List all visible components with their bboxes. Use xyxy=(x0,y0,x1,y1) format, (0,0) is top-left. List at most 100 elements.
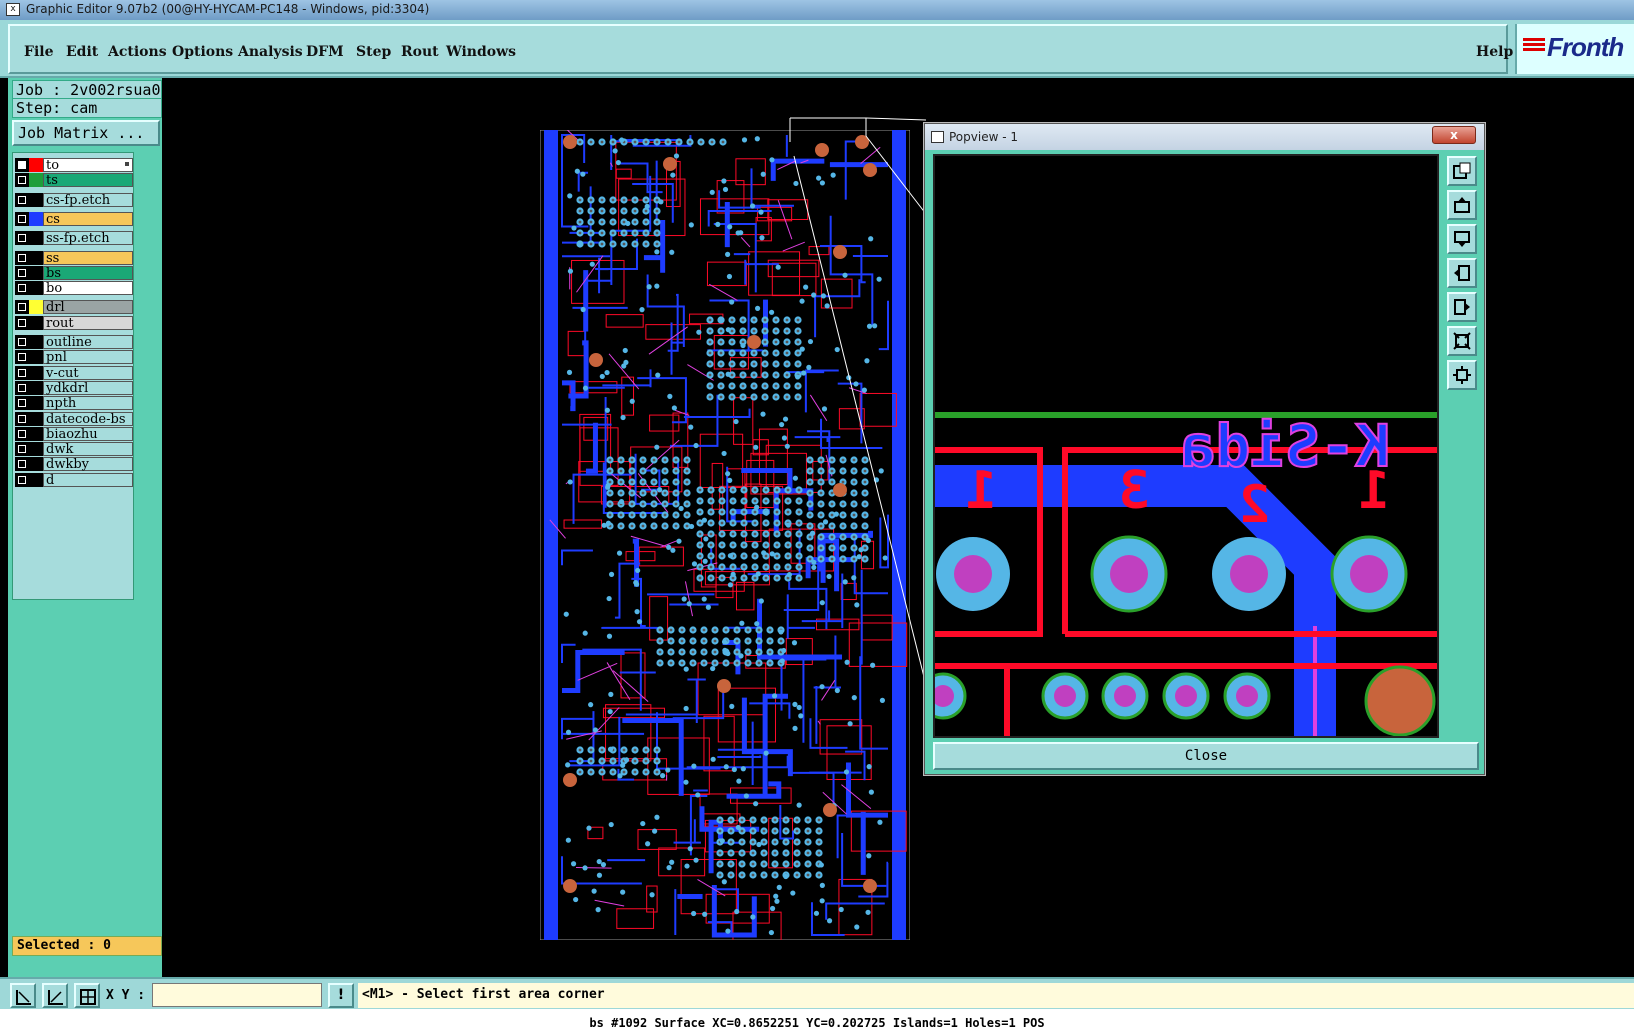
layer-checkbox[interactable] xyxy=(15,315,29,330)
layer-row-outline[interactable]: outline xyxy=(15,334,133,350)
layer-color-swatch[interactable] xyxy=(29,472,43,487)
layer-name[interactable]: bs xyxy=(43,265,133,280)
menu-windows[interactable]: Windows xyxy=(446,44,516,60)
grid-icon[interactable] xyxy=(74,983,100,1008)
layer-color-swatch[interactable] xyxy=(29,158,43,172)
layer-checkbox[interactable] xyxy=(15,300,29,315)
layer-checkbox[interactable] xyxy=(15,472,29,487)
layer-name[interactable]: npth xyxy=(43,396,133,411)
layer-color-swatch[interactable] xyxy=(29,335,43,349)
layer-name[interactable]: v-cut xyxy=(43,365,133,380)
layer-checkbox[interactable] xyxy=(15,396,29,411)
layer-color-swatch[interactable] xyxy=(29,380,43,395)
layer-checkbox[interactable] xyxy=(15,411,29,426)
xy-input[interactable] xyxy=(152,983,322,1007)
layer-row-pnl[interactable]: pnl xyxy=(15,349,133,365)
zoom-in-icon[interactable] xyxy=(1447,156,1477,186)
layer-color-swatch[interactable] xyxy=(29,265,43,280)
layer-checkbox[interactable] xyxy=(15,380,29,395)
layer-row-d[interactable]: d xyxy=(15,472,133,488)
layer-color-swatch[interactable] xyxy=(29,300,43,315)
layer-row-ydkdrl[interactable]: ydkdrl xyxy=(15,380,133,396)
menu-help[interactable]: Help xyxy=(1476,44,1513,60)
layer-checkbox[interactable] xyxy=(15,173,29,188)
layer-name[interactable]: bo xyxy=(43,281,133,296)
menu-analysis[interactable]: Analysis xyxy=(238,44,303,60)
layer-color-swatch[interactable] xyxy=(29,192,43,207)
layer-row-drl[interactable]: drl xyxy=(15,299,133,315)
alert-button[interactable]: ! xyxy=(328,983,354,1008)
layer-name[interactable]: rout xyxy=(43,315,133,330)
pan-left-icon[interactable] xyxy=(1447,258,1477,288)
layer-row-bs[interactable]: bs xyxy=(15,265,133,281)
layer-name[interactable]: dwk xyxy=(43,442,133,457)
layer-checkbox[interactable] xyxy=(15,335,29,349)
layer-name[interactable]: datecode-bs xyxy=(43,411,133,426)
layer-color-swatch[interactable] xyxy=(29,442,43,457)
layer-color-swatch[interactable] xyxy=(29,411,43,426)
layer-name[interactable]: drl xyxy=(43,300,133,315)
pan-up-icon[interactable] xyxy=(1447,190,1477,220)
layer-checkbox[interactable] xyxy=(15,265,29,280)
layer-checkbox[interactable] xyxy=(15,350,29,365)
layer-row-dwk[interactable]: dwk xyxy=(15,441,133,457)
layer-row-ss[interactable]: ss xyxy=(15,250,133,266)
layer-name[interactable]: cs xyxy=(43,211,133,226)
layer-row-rout[interactable]: rout xyxy=(15,315,133,331)
layer-name[interactable]: pnl xyxy=(43,350,133,365)
layer-checkbox[interactable] xyxy=(15,281,29,296)
layer-name[interactable]: outline xyxy=(43,335,133,349)
layer-color-swatch[interactable] xyxy=(29,211,43,226)
layer-checkbox[interactable] xyxy=(15,365,29,380)
layer-name[interactable]: to xyxy=(43,158,133,172)
layer-row-bo[interactable]: bo xyxy=(15,280,133,296)
layer-row-datecode-bs[interactable]: datecode-bs xyxy=(15,411,133,427)
layer-row-npth[interactable]: npth xyxy=(15,395,133,411)
job-matrix-button[interactable]: Job Matrix ... xyxy=(12,120,160,146)
layer-checkbox[interactable] xyxy=(15,192,29,207)
menu-edit[interactable]: Edit xyxy=(66,44,98,60)
layer-color-swatch[interactable] xyxy=(29,457,43,472)
layer-name[interactable]: ss-fp.etch xyxy=(43,231,133,246)
popview-close-button[interactable]: Close xyxy=(933,742,1479,770)
layer-name[interactable]: ydkdrl xyxy=(43,380,133,395)
layer-color-swatch[interactable] xyxy=(29,426,43,441)
menu-rout[interactable]: Rout xyxy=(401,44,439,60)
layer-row-ts[interactable]: ts xyxy=(15,172,133,188)
layer-checkbox[interactable] xyxy=(15,457,29,472)
layer-color-swatch[interactable] xyxy=(29,365,43,380)
menu-actions[interactable]: Actions xyxy=(108,44,167,60)
layer-checkbox[interactable] xyxy=(15,442,29,457)
layer-color-swatch[interactable] xyxy=(29,173,43,188)
pan-right-icon[interactable] xyxy=(1447,292,1477,322)
layer-color-swatch[interactable] xyxy=(29,231,43,246)
popview-close-x-button[interactable]: x xyxy=(1432,126,1476,144)
layer-color-swatch[interactable] xyxy=(29,315,43,330)
layer-row-ss-fp.etch[interactable]: ss-fp.etch xyxy=(15,230,133,246)
layer-checkbox[interactable] xyxy=(15,250,29,265)
layer-row-cs-fp.etch[interactable]: cs-fp.etch xyxy=(15,192,133,208)
popview-window[interactable]: Popview - 1 x K-Sida 1 3 2 1 Close xyxy=(919,123,1485,775)
layer-name[interactable]: cs-fp.etch xyxy=(43,192,133,207)
layer-checkbox[interactable] xyxy=(15,211,29,226)
menu-options[interactable]: Options xyxy=(172,44,233,60)
popview-canvas[interactable]: K-Sida 1 3 2 1 xyxy=(919,154,1439,738)
layer-row-cs[interactable]: cs xyxy=(15,211,133,227)
snap-icon[interactable] xyxy=(42,983,68,1008)
pan-down-icon[interactable] xyxy=(1447,224,1477,254)
layer-name[interactable]: ts xyxy=(43,173,133,188)
layer-name[interactable]: dwkby xyxy=(43,457,133,472)
layer-color-swatch[interactable] xyxy=(29,396,43,411)
layer-name[interactable]: biaozhu xyxy=(43,426,133,441)
menu-dfm[interactable]: DFM xyxy=(306,44,344,60)
layer-checkbox[interactable] xyxy=(15,426,29,441)
layer-checkbox[interactable] xyxy=(15,158,29,172)
zoom-out-icon[interactable] xyxy=(1447,360,1477,390)
layer-checkbox[interactable] xyxy=(15,231,29,246)
layer-row-to[interactable]: to xyxy=(15,157,133,173)
layer-name[interactable]: d xyxy=(43,472,133,487)
layer-row-dwkby[interactable]: dwkby xyxy=(15,456,133,472)
layer-color-swatch[interactable] xyxy=(29,350,43,365)
layer-name[interactable]: ss xyxy=(43,250,133,265)
layer-row-biaozhu[interactable]: biaozhu xyxy=(15,426,133,442)
